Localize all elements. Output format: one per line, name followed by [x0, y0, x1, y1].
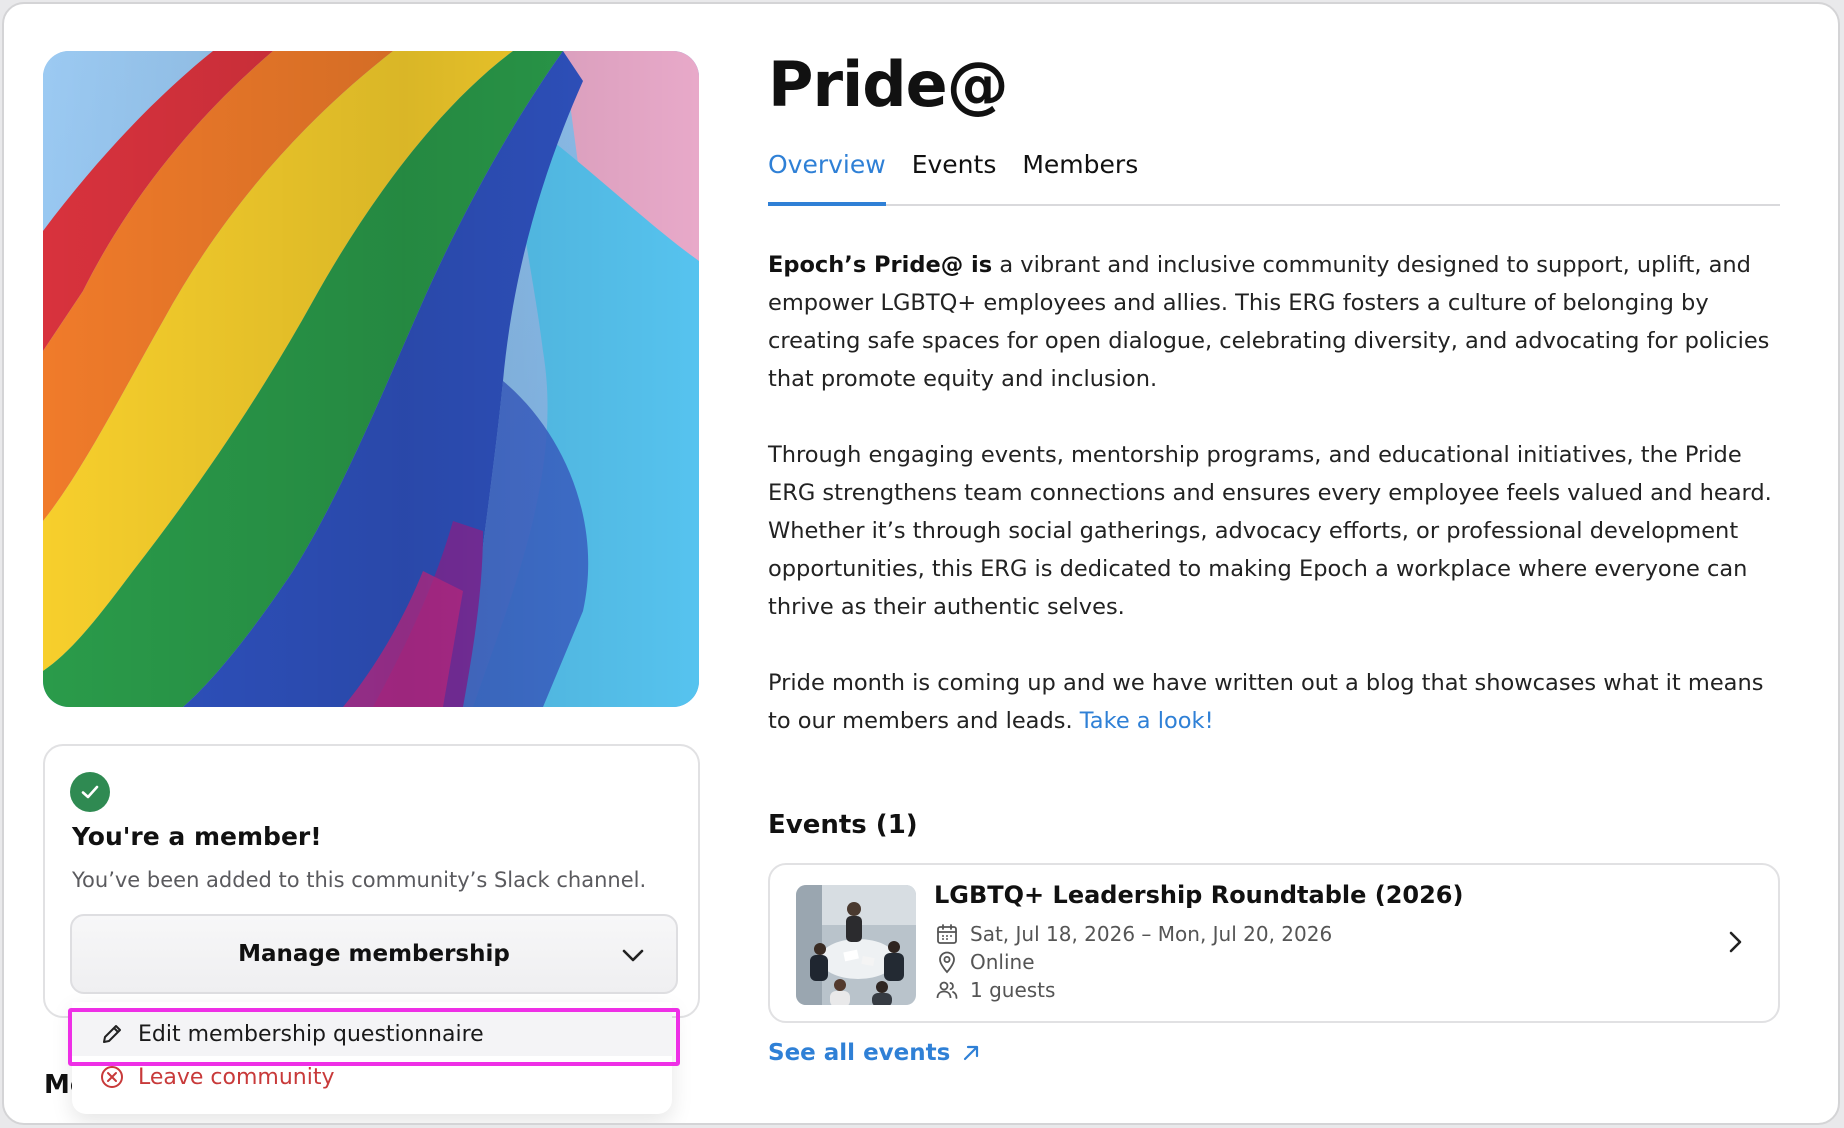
event-card[interactable]: LGBTQ+ Leadership Roundtable (2026) Sat,… [768, 863, 1780, 1023]
manage-membership-label: Manage membership [238, 941, 510, 967]
event-guests-row: 1 guests [934, 977, 1055, 1003]
event-location-row: Online [934, 949, 1035, 975]
manage-membership-button[interactable]: Manage membership [70, 914, 678, 994]
event-date-row: Sat, Jul 18, 2026 – Mon, Jul 20, 2026 [934, 921, 1332, 947]
membership-card: You're a member! You’ve been added to th… [43, 744, 700, 1018]
event-thumbnail [796, 885, 916, 1005]
overview-p3-text: Pride month is coming up and we have wri… [768, 670, 1764, 734]
leave-community-label: Leave community [138, 1064, 335, 1090]
edit-questionnaire-label: Edit membership questionnaire [138, 1021, 484, 1047]
close-circle-icon [98, 1063, 126, 1091]
see-all-events-link[interactable]: See all events [768, 1040, 982, 1066]
events-heading: Events (1) [768, 810, 918, 840]
tab-overview[interactable]: Overview [768, 150, 886, 206]
meeting-photo-image [796, 885, 916, 1005]
leave-community-menu-item[interactable]: Leave community [72, 1058, 672, 1096]
membership-status-title: You're a member! [72, 822, 322, 851]
users-icon [934, 977, 960, 1003]
overview-description: Epoch’s Pride@ is a vibrant and inclusiv… [768, 246, 1788, 778]
blog-link[interactable]: Take a look! [1080, 708, 1214, 734]
arrow-up-right-icon [960, 1042, 982, 1064]
location-pin-icon [934, 949, 960, 975]
page-title: Pride@ [768, 48, 1009, 121]
pride-flag-image [43, 51, 699, 707]
overview-paragraph-3: Pride month is coming up and we have wri… [768, 664, 1788, 740]
check-circle-icon [70, 772, 110, 812]
edit-questionnaire-menu-item[interactable]: Edit membership questionnaire [72, 1012, 672, 1056]
event-title: LGBTQ+ Leadership Roundtable (2026) [934, 881, 1464, 909]
pencil-icon [98, 1020, 126, 1048]
tab-events[interactable]: Events [912, 150, 997, 204]
community-tabs: Overview Events Members [768, 150, 1780, 206]
event-date: Sat, Jul 18, 2026 – Mon, Jul 20, 2026 [970, 922, 1333, 946]
community-cover-image [43, 51, 699, 707]
overview-bold-lead: Epoch’s Pride@ is [768, 252, 993, 278]
overview-paragraph-2: Through engaging events, mentorship prog… [768, 442, 1772, 620]
chevron-right-icon [1722, 929, 1748, 959]
chevron-down-icon [620, 942, 646, 974]
overview-paragraph-1: Epoch’s Pride@ is a vibrant and inclusiv… [768, 246, 1788, 398]
tab-members[interactable]: Members [1022, 150, 1138, 204]
see-all-events-label: See all events [768, 1040, 951, 1066]
app-window: You're a member! You’ve been added to th… [2, 2, 1840, 1125]
membership-status-subtitle: You’ve been added to this community’s Sl… [72, 868, 647, 892]
event-guests: 1 guests [970, 978, 1056, 1002]
event-location: Online [970, 950, 1035, 974]
manage-membership-menu: Edit membership questionnaire Leave comm… [72, 1002, 672, 1114]
calendar-icon [934, 921, 960, 947]
